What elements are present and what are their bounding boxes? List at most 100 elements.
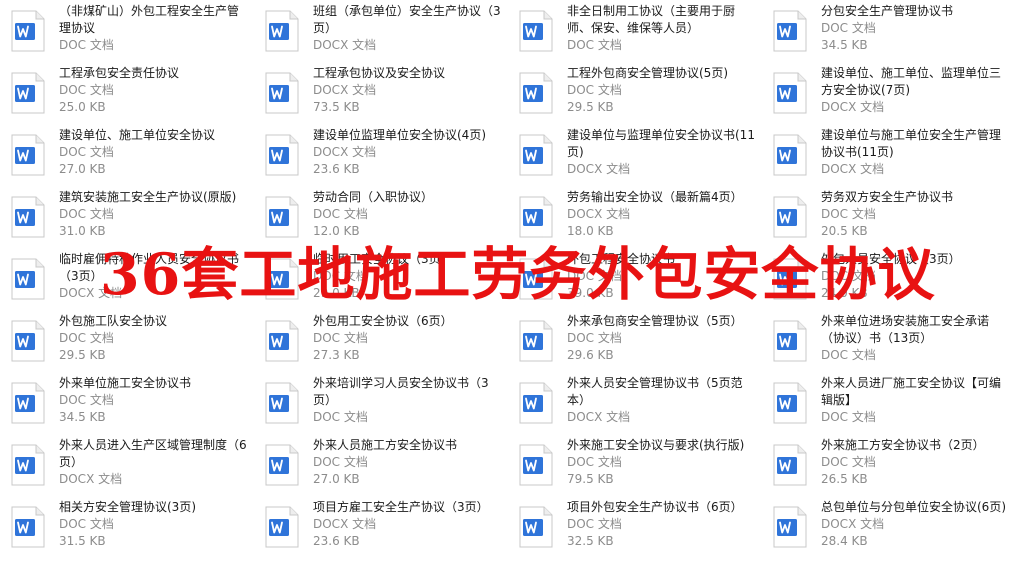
file-item[interactable]: 劳务输出安全协议（最新篇4页） DOCX 文档 18.0 KB bbox=[508, 186, 762, 248]
file-type: DOC 文档 bbox=[59, 331, 114, 345]
file-size: 39.0 KB bbox=[567, 286, 614, 300]
file-size: 28.4 KB bbox=[821, 534, 868, 548]
word-doc-icon bbox=[772, 444, 808, 486]
file-item[interactable]: （非煤矿山）外包工程安全生产管理协议 DOC 文档 bbox=[0, 0, 254, 62]
file-type: DOC 文档 bbox=[313, 410, 368, 424]
file-item[interactable]: 外来单位进场安装施工安全承诺（协议）书（13页） DOC 文档 bbox=[762, 310, 1010, 372]
file-text: 外来施工安全协议与要求(执行版) DOC 文档 79.5 KB bbox=[567, 437, 758, 488]
file-name: 建设单位、施工单位、监理单位三方安全协议(7页) bbox=[821, 66, 1002, 97]
file-name: 外来单位施工安全协议书 bbox=[59, 376, 192, 390]
file-item[interactable]: 建设单位、施工单位、监理单位三方安全协议(7页) DOCX 文档 bbox=[762, 62, 1010, 124]
file-size: 12.0 KB bbox=[313, 224, 360, 238]
file-item[interactable]: 外来培训学习人员安全协议书（3页） DOC 文档 bbox=[254, 372, 508, 434]
file-item[interactable]: 外包工程安全协议书 DOC 文档 39.0 KB bbox=[508, 248, 762, 310]
word-doc-icon bbox=[772, 10, 808, 52]
file-type: DOCX 文档 bbox=[821, 162, 885, 176]
file-name: 工程承包协议及安全协议 bbox=[313, 66, 446, 80]
file-name: 项目外包安全生产协议书（6页） bbox=[567, 500, 743, 514]
file-text: 临时雇佣特种作业人员安全协议书（3页） DOCX 文档 bbox=[59, 251, 250, 302]
file-name: 建设单位与监理单位安全协议书(11页) bbox=[567, 128, 755, 159]
file-type: DOCX 文档 bbox=[59, 472, 123, 486]
file-text: 建设单位、施工单位、监理单位三方安全协议(7页) DOCX 文档 bbox=[821, 65, 1006, 116]
file-item[interactable]: 非全日制用工协议（主要用于厨师、保安、维保等人员） DOC 文档 bbox=[508, 0, 762, 62]
file-item[interactable]: 劳动合同（入职协议） DOC 文档 12.0 KB bbox=[254, 186, 508, 248]
file-size: 23.6 KB bbox=[313, 162, 360, 176]
word-doc-icon bbox=[10, 134, 46, 176]
file-type: DOC 文档 bbox=[567, 331, 622, 345]
file-text: 临时用工安全协议（3页） DOC 文档 29.0 KB bbox=[313, 251, 504, 302]
file-item[interactable]: 外来施工安全协议与要求(执行版) DOC 文档 79.5 KB bbox=[508, 434, 762, 496]
file-item[interactable]: 建设单位与施工单位安全生产管理协议书(11页) DOCX 文档 bbox=[762, 124, 1010, 186]
file-size: 31.0 KB bbox=[59, 224, 106, 238]
file-item[interactable]: 建设单位、施工单位安全协议 DOC 文档 27.0 KB bbox=[0, 124, 254, 186]
file-name: 外来承包商安全管理协议（5页） bbox=[567, 314, 743, 328]
file-name: 项目方雇工安全生产协议（3页） bbox=[313, 500, 489, 514]
file-item[interactable]: 外来承包商安全管理协议（5页） DOC 文档 29.6 KB bbox=[508, 310, 762, 372]
file-item[interactable]: 项目方雇工安全生产协议（3页） DOCX 文档 23.6 KB bbox=[254, 496, 508, 558]
file-name: 外来施工安全协议与要求(执行版) bbox=[567, 438, 745, 452]
file-name: 相关方安全管理协议(3页) bbox=[59, 500, 196, 514]
file-type: DOC 文档 bbox=[59, 207, 114, 221]
file-item[interactable]: 总包单位与分包单位安全协议(6页) DOCX 文档 28.4 KB bbox=[762, 496, 1010, 558]
file-text: 外来人员进入生产区域管理制度（6页） DOCX 文档 bbox=[59, 437, 250, 488]
file-size: 24.0 KB bbox=[821, 286, 868, 300]
file-size: 29.5 KB bbox=[59, 348, 106, 362]
file-item[interactable]: 外包人员安全协议（3页） DOC 文档 24.0 KB bbox=[762, 248, 1010, 310]
file-size: 23.6 KB bbox=[313, 534, 360, 548]
file-text: 建设单位与监理单位安全协议书(11页) DOCX 文档 bbox=[567, 127, 758, 178]
file-type: DOC 文档 bbox=[59, 83, 114, 97]
file-text: 外来人员安全管理协议书（5页范本） DOCX 文档 bbox=[567, 375, 758, 426]
file-item[interactable]: 外来施工方安全协议书（2页） DOC 文档 26.5 KB bbox=[762, 434, 1010, 496]
file-item[interactable]: 外来单位施工安全协议书 DOC 文档 34.5 KB bbox=[0, 372, 254, 434]
file-type: DOC 文档 bbox=[567, 83, 622, 97]
file-item[interactable]: 班组（承包单位）安全生产协议（3页） DOCX 文档 bbox=[254, 0, 508, 62]
file-name: （非煤矿山）外包工程安全生产管理协议 bbox=[59, 4, 240, 35]
file-size: 29.0 KB bbox=[313, 286, 360, 300]
file-text: 外包工程安全协议书 DOC 文档 39.0 KB bbox=[567, 251, 758, 302]
word-doc-icon bbox=[10, 72, 46, 114]
file-text: 外来单位进场安装施工安全承诺（协议）书（13页） DOC 文档 bbox=[821, 313, 1006, 364]
file-item[interactable]: 工程承包安全责任协议 DOC 文档 25.0 KB bbox=[0, 62, 254, 124]
file-item[interactable]: 外来人员进厂施工安全协议【可编辑版】 DOC 文档 bbox=[762, 372, 1010, 434]
file-text: 外来培训学习人员安全协议书（3页） DOC 文档 bbox=[313, 375, 504, 426]
file-type: DOC 文档 bbox=[313, 269, 368, 283]
file-type: DOC 文档 bbox=[567, 517, 622, 531]
word-doc-icon bbox=[10, 258, 46, 300]
word-doc-icon bbox=[772, 382, 808, 424]
file-item[interactable]: 劳务双方安全生产协议书 DOC 文档 20.5 KB bbox=[762, 186, 1010, 248]
file-item[interactable]: 项目外包安全生产协议书（6页） DOC 文档 32.5 KB bbox=[508, 496, 762, 558]
file-text: 建设单位监理单位安全协议(4页) DOCX 文档 23.6 KB bbox=[313, 127, 504, 178]
file-item[interactable]: 外来人员进入生产区域管理制度（6页） DOCX 文档 bbox=[0, 434, 254, 496]
file-name: 建筑安装施工安全生产协议(原版) bbox=[59, 190, 237, 204]
file-item[interactable]: 建设单位监理单位安全协议(4页) DOCX 文档 23.6 KB bbox=[254, 124, 508, 186]
file-item[interactable]: 外来人员安全管理协议书（5页范本） DOCX 文档 bbox=[508, 372, 762, 434]
file-item[interactable]: 外包用工安全协议（6页） DOC 文档 27.3 KB bbox=[254, 310, 508, 372]
file-size: 20.5 KB bbox=[821, 224, 868, 238]
file-text: 工程承包安全责任协议 DOC 文档 25.0 KB bbox=[59, 65, 250, 116]
file-item[interactable]: 外来人员施工方安全协议书 DOC 文档 27.0 KB bbox=[254, 434, 508, 496]
file-name: 外来人员进入生产区域管理制度（6页） bbox=[59, 438, 247, 469]
file-item[interactable]: 工程外包商安全管理协议(5页) DOC 文档 29.5 KB bbox=[508, 62, 762, 124]
file-text: 非全日制用工协议（主要用于厨师、保安、维保等人员） DOC 文档 bbox=[567, 3, 758, 54]
file-size: 34.5 KB bbox=[59, 410, 106, 424]
word-doc-icon bbox=[518, 258, 554, 300]
file-text: 分包安全生产管理协议书 DOC 文档 34.5 KB bbox=[821, 3, 1006, 54]
file-type: DOC 文档 bbox=[821, 410, 876, 424]
file-type: DOCX 文档 bbox=[567, 410, 631, 424]
file-item[interactable]: 分包安全生产管理协议书 DOC 文档 34.5 KB bbox=[762, 0, 1010, 62]
file-item[interactable]: 外包施工队安全协议 DOC 文档 29.5 KB bbox=[0, 310, 254, 372]
file-type: DOC 文档 bbox=[313, 331, 368, 345]
file-item[interactable]: 建筑安装施工安全生产协议(原版) DOC 文档 31.0 KB bbox=[0, 186, 254, 248]
file-name: 建设单位、施工单位安全协议 bbox=[59, 128, 216, 142]
file-item[interactable]: 临时用工安全协议（3页） DOC 文档 29.0 KB bbox=[254, 248, 508, 310]
file-text: 外来承包商安全管理协议（5页） DOC 文档 29.6 KB bbox=[567, 313, 758, 364]
file-name: 临时用工安全协议（3页） bbox=[313, 252, 453, 266]
file-item[interactable]: 工程承包协议及安全协议 DOCX 文档 73.5 KB bbox=[254, 62, 508, 124]
file-item[interactable]: 临时雇佣特种作业人员安全协议书（3页） DOCX 文档 bbox=[0, 248, 254, 310]
file-type: DOC 文档 bbox=[567, 38, 622, 52]
file-size: 79.5 KB bbox=[567, 472, 614, 486]
file-item[interactable]: 建设单位与监理单位安全协议书(11页) DOCX 文档 bbox=[508, 124, 762, 186]
file-item[interactable]: 相关方安全管理协议(3页) DOC 文档 31.5 KB bbox=[0, 496, 254, 558]
file-text: 建设单位与施工单位安全生产管理协议书(11页) DOCX 文档 bbox=[821, 127, 1006, 178]
word-doc-icon bbox=[10, 444, 46, 486]
